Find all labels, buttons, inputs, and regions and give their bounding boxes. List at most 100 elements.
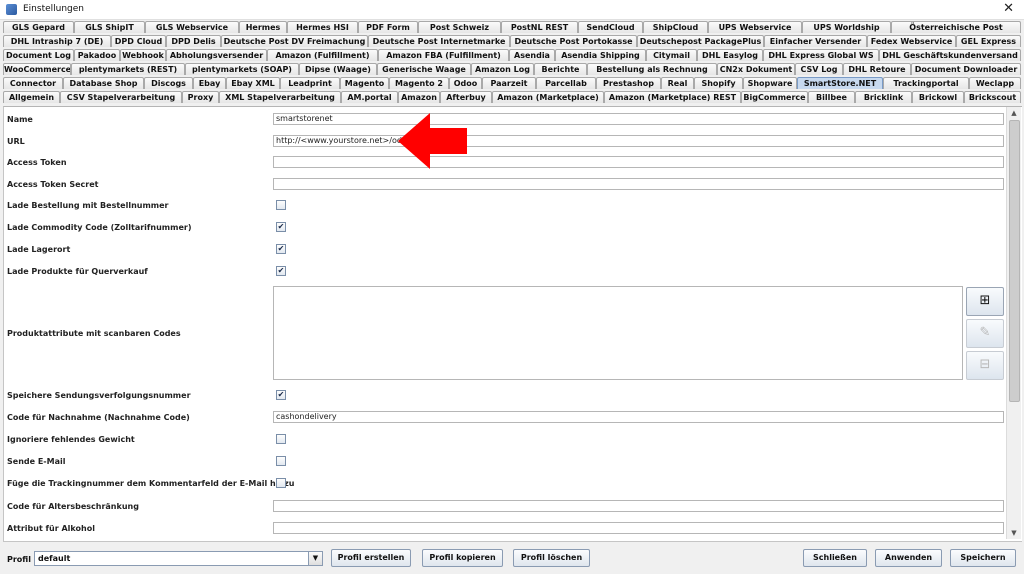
tab-plentymarkets-soap[interactable]: plentymarkets (SOAP): [185, 63, 299, 75]
tab-dpd-delis[interactable]: DPD Delis: [166, 35, 221, 47]
tab-shipcloud[interactable]: ShipCloud: [643, 21, 708, 33]
tab-ebay-xml[interactable]: Ebay XML: [226, 77, 280, 89]
tab-ups-worldship[interactable]: UPS Worldship: [802, 21, 891, 33]
tab-deutsche-post-internetmarke[interactable]: Deutsche Post Internetmarke: [368, 35, 510, 47]
tab-asendia[interactable]: Asendia: [509, 49, 555, 61]
tab-generische-waage[interactable]: Generische Waage: [377, 63, 471, 75]
close-icon[interactable]: ✕: [1003, 1, 1014, 16]
tab-dipse-waage[interactable]: Dipse (Waage): [299, 63, 377, 75]
tab-woocommerce[interactable]: WooCommerce: [3, 63, 71, 75]
tab-csv-stapelverarbeitung[interactable]: CSV Stapelverarbeitung: [60, 91, 182, 103]
tab-document-log[interactable]: Document Log: [3, 49, 74, 61]
produktattribute-list[interactable]: [273, 286, 963, 380]
tab-proxy[interactable]: Proxy: [182, 91, 219, 103]
tab-abholungsversender[interactable]: Abholungsversender: [166, 49, 267, 61]
tab-plentymarkets-rest[interactable]: plentymarkets (REST): [71, 63, 185, 75]
scroll-thumb[interactable]: [1009, 120, 1020, 402]
tab-am-portal[interactable]: AM.portal: [341, 91, 398, 103]
tab-postnl-rest[interactable]: PostNL REST: [501, 21, 578, 33]
tab-sendcloud[interactable]: SendCloud: [578, 21, 643, 33]
altersbeschraenkung-input[interactable]: [273, 500, 1004, 512]
tab-gls-gepard[interactable]: GLS Gepard: [3, 21, 74, 33]
tab-post-schweiz[interactable]: Post Schweiz: [418, 21, 501, 33]
vertical-scrollbar[interactable]: ▲ ▼: [1006, 107, 1021, 539]
anwenden-button[interactable]: Anwenden: [875, 549, 942, 567]
speichere-sendung-checkbox[interactable]: ✔: [276, 390, 286, 400]
tab-österreichische-post[interactable]: Österreichische Post: [891, 21, 1021, 33]
tab-dhl-easylog[interactable]: DHL Easylog: [697, 49, 763, 61]
tab-deutsche-post-portokasse[interactable]: Deutsche Post Portokasse: [510, 35, 637, 47]
remove-attribute-button[interactable]: ⊟: [966, 351, 1004, 380]
tab-connector[interactable]: Connector: [3, 77, 63, 89]
profil-erstellen-button[interactable]: Profil erstellen: [331, 549, 411, 567]
schliessen-button[interactable]: Schließen: [803, 549, 867, 567]
lade-bestellung-checkbox[interactable]: [276, 200, 286, 210]
name-input[interactable]: smartstorenet: [273, 113, 1004, 125]
tab-hermes[interactable]: Hermes: [239, 21, 287, 33]
tab-shopware[interactable]: Shopware: [743, 77, 797, 89]
tab-odoo[interactable]: Odoo: [449, 77, 482, 89]
tab-bricklink[interactable]: Bricklink: [855, 91, 912, 103]
tab-dhl-intraship-7-de[interactable]: DHL Intraship 7 (DE): [3, 35, 111, 47]
fuege-tracking-checkbox[interactable]: [276, 478, 286, 488]
tab-pakadoo[interactable]: Pakadoo: [74, 49, 120, 61]
tab-ups-webservice[interactable]: UPS Webservice: [708, 21, 802, 33]
tab-magento[interactable]: Magento: [340, 77, 389, 89]
tab-amazon-fulfillment[interactable]: Amazon (Fulfillment): [267, 49, 378, 61]
tab-afterbuy[interactable]: Afterbuy: [440, 91, 492, 103]
tab-xml-stapelverarbeitung[interactable]: XML Stapelverarbeitung: [219, 91, 341, 103]
tab-cn2x-dokument[interactable]: CN2x Dokument: [717, 63, 795, 75]
tab-amazon[interactable]: Amazon: [398, 91, 440, 103]
tab-gls-webservice[interactable]: GLS Webservice: [145, 21, 239, 33]
tab-fedex-webservice[interactable]: Fedex Webservice: [867, 35, 956, 47]
scroll-up-icon[interactable]: ▲: [1007, 107, 1021, 119]
tab-document-downloader[interactable]: Document Downloader: [911, 63, 1021, 75]
tab-brickscout[interactable]: Brickscout: [964, 91, 1021, 103]
tab-asendia-shipping[interactable]: Asendia Shipping: [555, 49, 646, 61]
tab-bigcommerce[interactable]: BigCommerce: [741, 91, 808, 103]
tab-hermes-hsi[interactable]: Hermes HSI: [287, 21, 358, 33]
tab-gls-shipit[interactable]: GLS ShipIT: [74, 21, 145, 33]
access-token-input[interactable]: [273, 156, 1004, 168]
tab-real[interactable]: Real: [661, 77, 694, 89]
speichern-button[interactable]: Speichern: [950, 549, 1016, 567]
tab-paarzeit[interactable]: Paarzeit: [482, 77, 536, 89]
tab-weclapp[interactable]: Weclapp: [969, 77, 1021, 89]
tab-amazon-marketplace-rest[interactable]: Amazon (Marketplace) REST: [604, 91, 741, 103]
scroll-down-icon[interactable]: ▼: [1007, 527, 1021, 539]
tab-deutschepost-packageplus[interactable]: Deutschepost PackagePlus: [637, 35, 764, 47]
chevron-down-icon[interactable]: ▼: [308, 552, 322, 565]
tab-amazon-marketplace[interactable]: Amazon (Marketplace): [492, 91, 604, 103]
tab-amazon-fba-fulfillment[interactable]: Amazon FBA (Fulfillment): [378, 49, 509, 61]
tab-leadprint[interactable]: Leadprint: [280, 77, 340, 89]
add-attribute-button[interactable]: ⊞: [966, 287, 1004, 316]
ignoriere-gewicht-checkbox[interactable]: [276, 434, 286, 444]
tab-magento-2[interactable]: Magento 2: [389, 77, 449, 89]
tab-billbee[interactable]: Billbee: [808, 91, 855, 103]
tab-gel-express[interactable]: GEL Express: [956, 35, 1021, 47]
tab-shopify[interactable]: Shopify: [694, 77, 743, 89]
tab-deutsche-post-dv-freimachung[interactable]: Deutsche Post DV Freimachung: [221, 35, 368, 47]
edit-attribute-button[interactable]: ✎: [966, 319, 1004, 348]
tab-parcellab[interactable]: Parcellab: [536, 77, 596, 89]
tab-dhl-express-global-ws[interactable]: DHL Express Global WS: [763, 49, 879, 61]
tab-bestellung-als-rechnung[interactable]: Bestellung als Rechnung: [587, 63, 717, 75]
tab-prestashop[interactable]: Prestashop: [596, 77, 661, 89]
tab-citymail[interactable]: Citymail: [646, 49, 697, 61]
nachnahme-code-input[interactable]: cashondelivery: [273, 411, 1004, 423]
tab-smartstore-net[interactable]: SmartStore.NET: [797, 77, 883, 89]
lade-lagerort-checkbox[interactable]: ✔: [276, 244, 286, 254]
url-input[interactable]: http://<www.yourstore.net>/odata: [273, 135, 1004, 147]
access-token-secret-input[interactable]: [273, 178, 1004, 190]
sende-email-checkbox[interactable]: [276, 456, 286, 466]
tab-discogs[interactable]: Discogs: [144, 77, 193, 89]
tab-dhl-retoure[interactable]: DHL Retoure: [843, 63, 911, 75]
tab-dpd-cloud[interactable]: DPD Cloud: [111, 35, 166, 47]
profil-select[interactable]: default ▼: [34, 551, 323, 566]
tab-berichte[interactable]: Berichte: [534, 63, 587, 75]
profil-loeschen-button[interactable]: Profil löschen: [513, 549, 590, 567]
tab-dhl-geschäftskundenversand[interactable]: DHL Geschäftskundenversand: [879, 49, 1021, 61]
tab-pdf-form[interactable]: PDF Form: [358, 21, 418, 33]
tab-trackingportal[interactable]: Trackingportal: [883, 77, 969, 89]
tab-database-shop[interactable]: Database Shop: [63, 77, 144, 89]
